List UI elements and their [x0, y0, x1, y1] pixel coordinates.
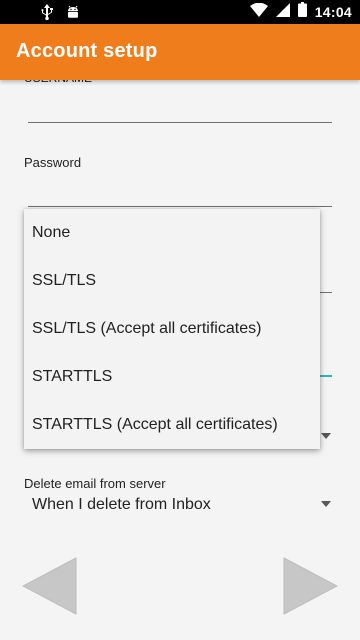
dropdown-option-starttls[interactable]: STARTTLS	[24, 353, 320, 401]
android-icon	[66, 4, 80, 25]
signal-icon	[275, 2, 290, 22]
usb-icon	[40, 4, 54, 25]
port-field-focus-line[interactable]	[320, 375, 332, 377]
security-spinner-arrow[interactable]	[321, 433, 331, 439]
security-dropdown: None SSL/TLS SSL/TLS (Accept all certifi…	[24, 209, 320, 449]
battery-icon	[297, 2, 307, 22]
chevron-down-icon[interactable]	[321, 501, 331, 507]
dropdown-option-ssl-tls[interactable]: SSL/TLS	[24, 257, 320, 305]
page-title: Account setup	[16, 40, 158, 62]
username-field[interactable]	[28, 122, 332, 123]
next-arrow-icon[interactable]	[282, 557, 339, 620]
app-bar: Account setup	[0, 24, 360, 80]
dropdown-option-ssl-tls-accept-all[interactable]: SSL/TLS (Accept all certificates)	[24, 305, 320, 353]
password-field[interactable]	[28, 206, 332, 207]
back-arrow-icon[interactable]	[21, 557, 78, 620]
status-bar: 14:04	[0, 0, 360, 24]
password-label: Password	[24, 155, 82, 170]
dropdown-option-starttls-accept-all[interactable]: STARTTLS (Accept all certificates)	[24, 401, 320, 449]
delete-email-select[interactable]: When I delete from Inbox	[32, 496, 211, 514]
delete-email-label: Delete email from server	[24, 476, 166, 491]
server-field[interactable]	[320, 292, 332, 293]
dropdown-option-none[interactable]: None	[24, 209, 320, 257]
wifi-icon	[249, 2, 268, 22]
status-time: 14:04	[314, 4, 352, 20]
